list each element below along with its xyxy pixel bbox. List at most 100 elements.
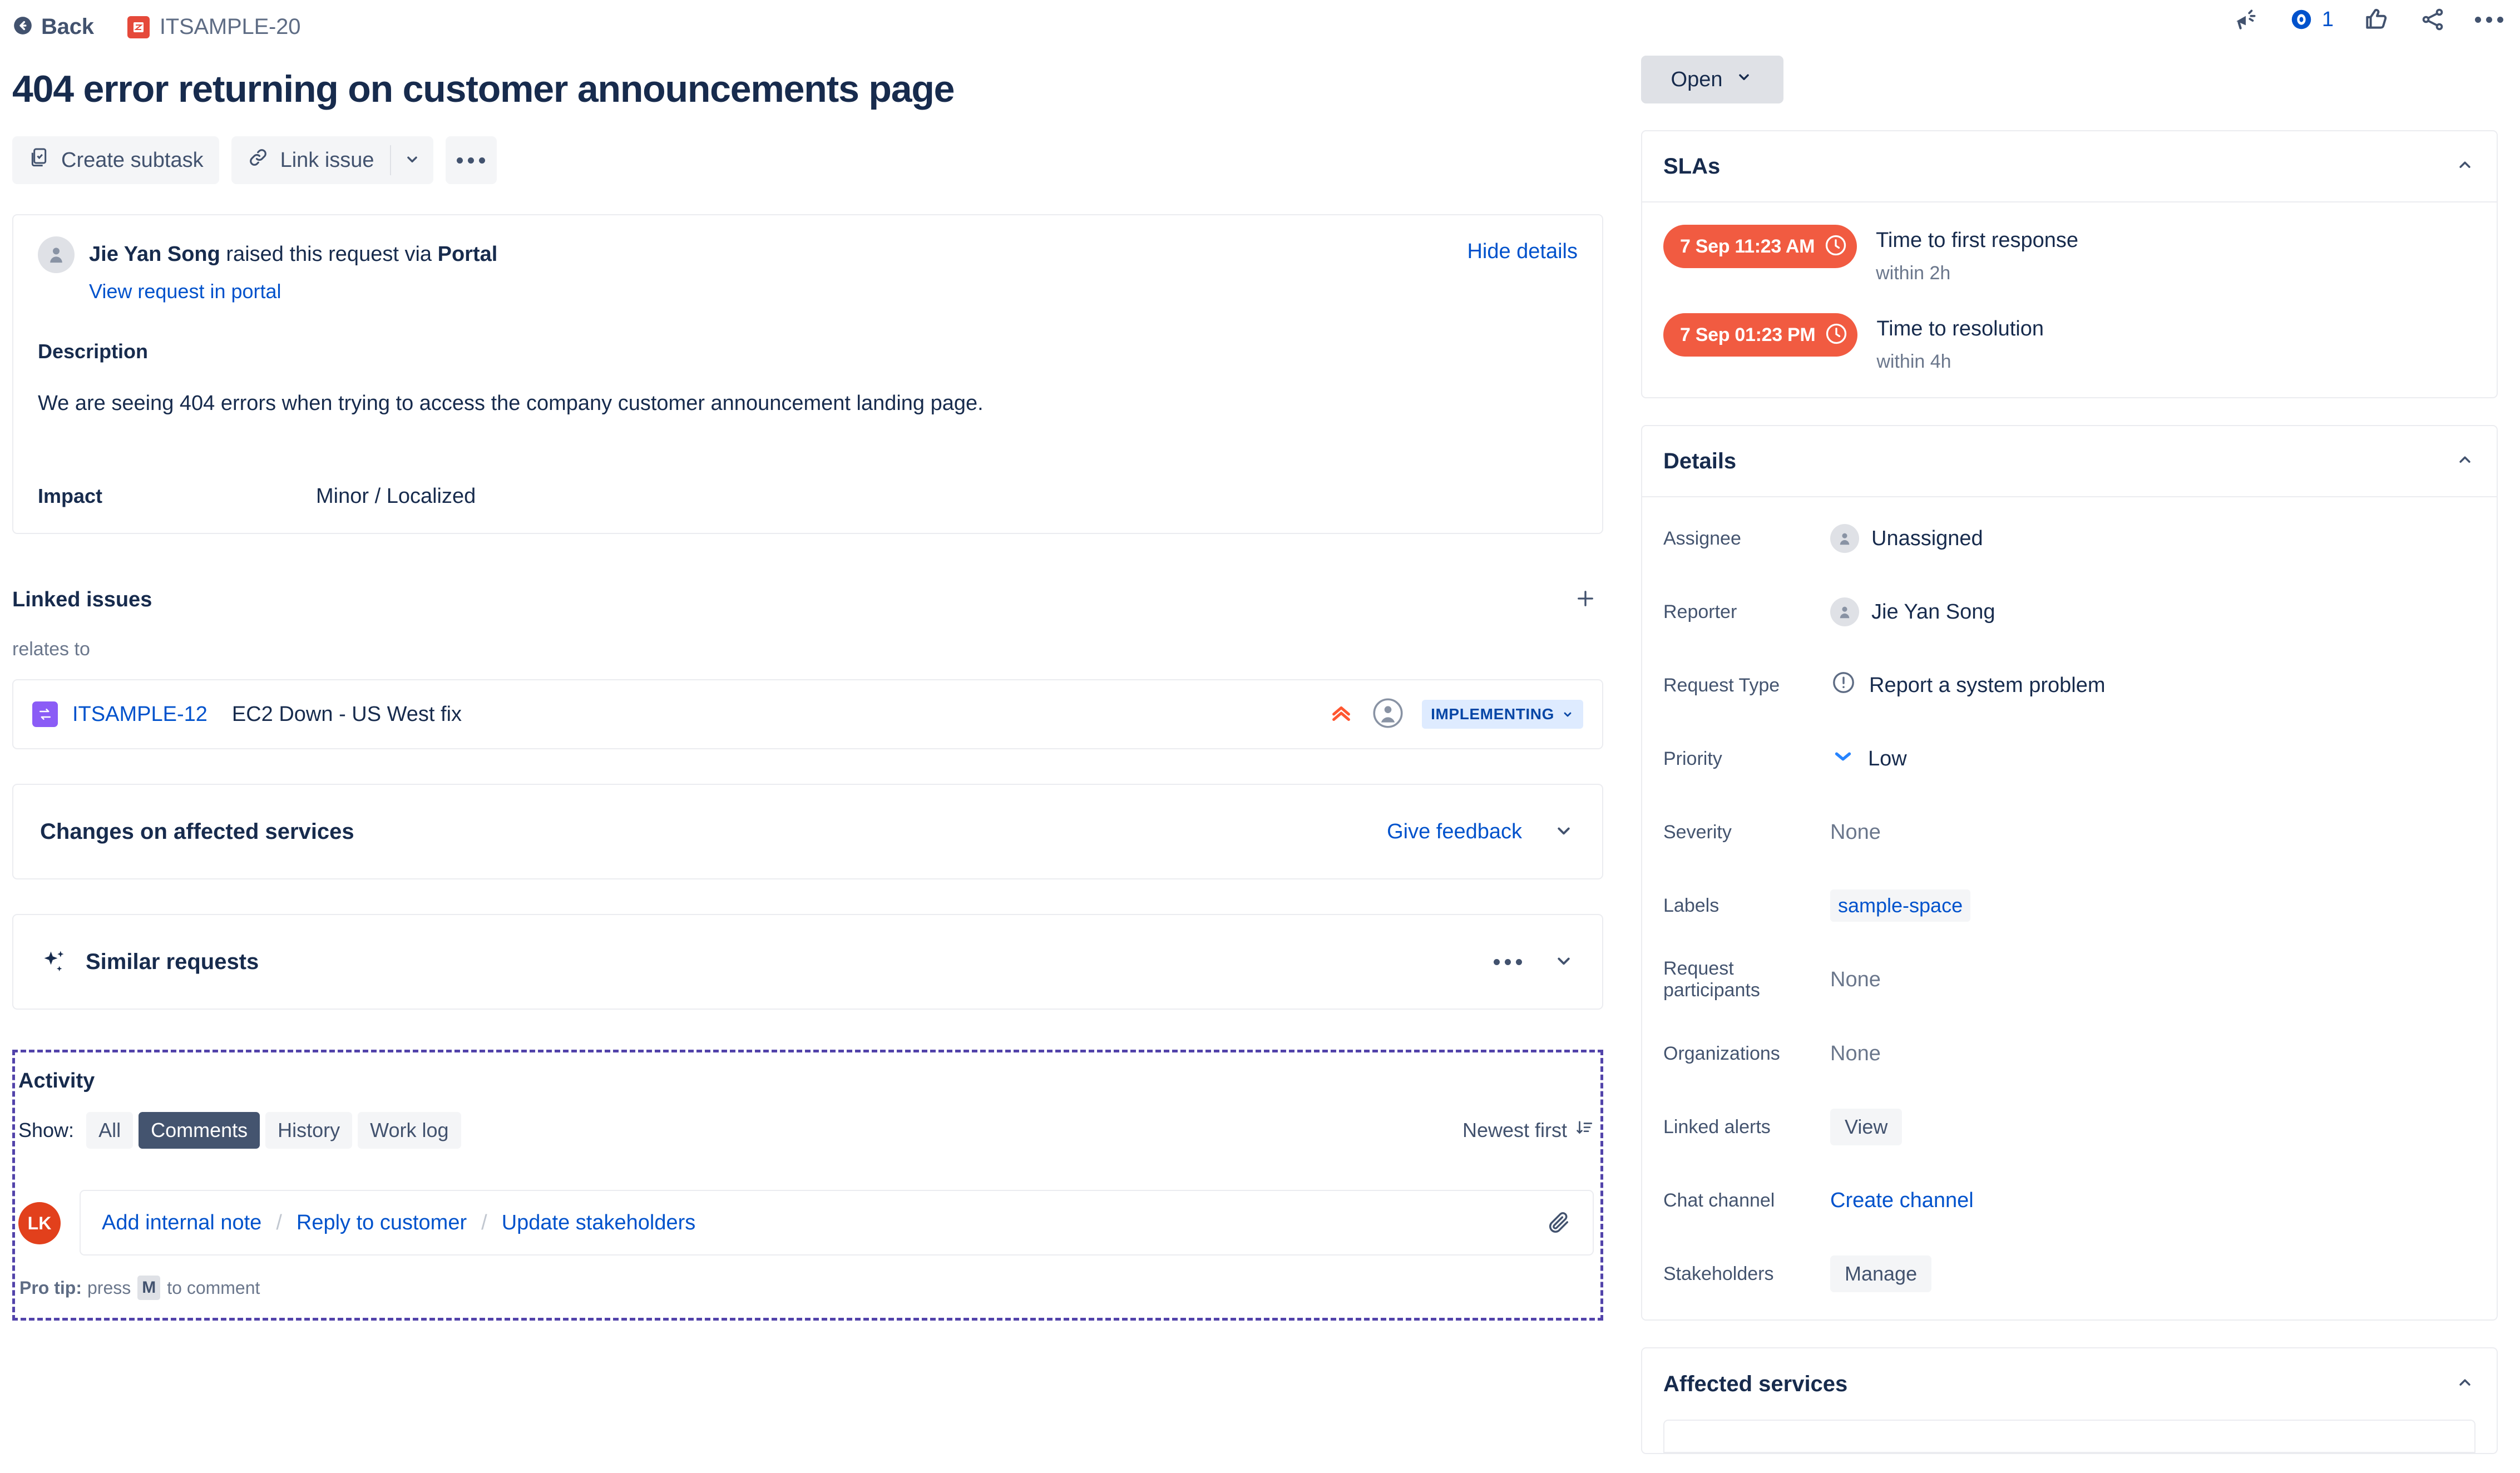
back-button[interactable]: Back: [12, 14, 94, 39]
update-stakeholders-link[interactable]: Update stakeholders: [502, 1211, 696, 1235]
create-subtask-button[interactable]: Create subtask: [12, 136, 219, 184]
severity-value[interactable]: None: [1830, 820, 1881, 844]
share-icon[interactable]: [2419, 6, 2446, 33]
manage-stakeholders-button[interactable]: Manage: [1830, 1255, 1932, 1292]
sla-time: 7 Sep 11:23 AM: [1680, 235, 1815, 257]
hide-details-link[interactable]: Hide details: [1467, 240, 1578, 264]
organizations-value[interactable]: None: [1830, 1042, 1881, 1066]
link-issue-label: Link issue: [280, 148, 374, 172]
link-relation-label: relates to: [12, 639, 90, 660]
chevron-down-icon: [403, 150, 422, 171]
details-panel-title: Details: [1663, 448, 1737, 473]
more-actions-icon[interactable]: [2475, 16, 2503, 23]
toolbar-more-button[interactable]: [445, 136, 497, 184]
activity-filter-worklog[interactable]: Work log: [358, 1112, 461, 1149]
sla-name: Time to resolution: [1876, 317, 2044, 340]
similar-requests-title: Similar requests: [86, 949, 259, 974]
sla-breach-pill: 7 Sep 11:23 AM: [1663, 225, 1857, 268]
field-value: Manage: [1830, 1255, 1932, 1292]
collapse-affected-services-button[interactable]: [2454, 1372, 2475, 1396]
chevron-down-icon[interactable]: [1552, 949, 1575, 975]
reply-to-customer-link[interactable]: Reply to customer: [297, 1211, 467, 1235]
status-badge[interactable]: IMPLEMENTING: [1422, 700, 1583, 729]
avatar: LK: [18, 1202, 61, 1244]
linked-issues-header: Linked issues: [12, 582, 1603, 617]
breadcrumb: Back ITSAMPLE-20: [12, 14, 300, 39]
add-internal-note-link[interactable]: Add internal note: [102, 1211, 261, 1235]
more-horizontal-icon[interactable]: [1494, 958, 1522, 965]
top-actions: 1: [2232, 6, 2503, 33]
priority-value: Low: [1868, 747, 1907, 770]
watch-button[interactable]: 1: [2289, 7, 2334, 32]
field-stakeholders: Stakeholders Manage: [1663, 1253, 2475, 1295]
list-item: 7 Sep 01:23 PM Time to resolution within…: [1663, 313, 2475, 373]
raised-text: raised this request via: [220, 243, 438, 266]
comment-composer[interactable]: Add internal note / Reply to customer / …: [80, 1190, 1594, 1255]
chevron-up-icon: [2454, 155, 2475, 179]
chevron-down-icon: [1564, 712, 1572, 717]
sla-name: Time to first response: [1876, 229, 2079, 252]
subtask-icon: [28, 146, 50, 174]
create-channel-link[interactable]: Create channel: [1830, 1189, 1974, 1213]
assignee-name: Unassigned: [1871, 526, 1983, 550]
right-sidebar: Open SLAs 7 Sep 11:23 AM Time to first r…: [1641, 56, 2498, 1454]
field-label: Chat channel: [1663, 1189, 1775, 1211]
view-request-in-portal-link[interactable]: View request in portal: [89, 280, 1578, 303]
view-linked-alerts-button[interactable]: View: [1830, 1109, 1903, 1145]
sort-descending-icon: [1575, 1119, 1594, 1143]
plus-icon: [1574, 587, 1597, 613]
sla-time: 7 Sep 01:23 PM: [1680, 324, 1816, 345]
assignee-avatar-icon: [1830, 524, 1859, 553]
field-organizations: Organizations None: [1663, 1032, 2475, 1075]
link-issue-button[interactable]: Link issue: [231, 136, 390, 184]
issue-detail-page: Back ITSAMPLE-20 1 404 error returning o…: [0, 0, 2520, 1473]
affected-services-list: [1663, 1420, 2475, 1453]
collapse-details-button[interactable]: [2454, 449, 2475, 473]
status-label: Open: [1671, 67, 1723, 91]
chevron-down-icon[interactable]: [1552, 819, 1575, 845]
link-issue-dropdown-button[interactable]: [391, 136, 433, 184]
pro-tip-press: press: [87, 1277, 131, 1298]
changes-on-affected-services-card: Changes on affected services Give feedba…: [12, 784, 1603, 879]
show-label: Show:: [18, 1119, 75, 1141]
bug-issuetype-icon: [127, 16, 150, 38]
thumbs-up-icon[interactable]: [2363, 6, 2390, 33]
activity-filter-history[interactable]: History: [265, 1112, 353, 1149]
slas-panel-title: SLAs: [1663, 154, 1721, 179]
label-chip[interactable]: sample-space: [1830, 889, 1971, 922]
field-value[interactable]: Report a system problem: [1830, 669, 2106, 701]
collapse-slas-button[interactable]: [2454, 155, 2475, 179]
field-value[interactable]: Unassigned: [1830, 524, 1983, 553]
field-chat-channel: Chat channel Create channel: [1663, 1179, 2475, 1222]
field-value: View: [1830, 1109, 1903, 1145]
activity-filter-all[interactable]: All: [86, 1112, 134, 1149]
list-item: 7 Sep 11:23 AM Time to first response wi…: [1663, 225, 2475, 284]
field-value: sample-space: [1830, 889, 1971, 922]
request-participants-value[interactable]: None: [1830, 968, 1881, 992]
affected-services-header: Affected services: [1642, 1348, 2497, 1420]
linked-issue-key[interactable]: ITSAMPLE-12: [72, 703, 207, 726]
field-value[interactable]: Low: [1830, 743, 1907, 774]
sla-text: Time to resolution within 4h: [1876, 313, 2044, 373]
activity-sort-button[interactable]: Newest first: [1462, 1119, 1600, 1143]
field-label: Request Type: [1663, 674, 1780, 696]
description-body: We are seeing 404 errors when trying to …: [38, 392, 984, 415]
field-value[interactable]: Jie Yan Song: [1830, 597, 1995, 626]
main-column: Jie Yan Song raised this request via Por…: [12, 214, 1603, 1321]
details-panel-body: Assignee Unassigned Reporter Jie Yan Son…: [1642, 497, 2497, 1319]
megaphone-icon[interactable]: [2232, 6, 2260, 33]
slas-panel: SLAs 7 Sep 11:23 AM Time to first respon…: [1641, 130, 2498, 398]
add-linked-issue-button[interactable]: [1568, 582, 1603, 617]
activity-filter-comments[interactable]: Comments: [139, 1112, 260, 1149]
changes-card-actions: Give feedback: [1387, 819, 1575, 845]
give-feedback-link[interactable]: Give feedback: [1387, 820, 1522, 844]
status-dropdown-button[interactable]: Open: [1641, 56, 1783, 103]
pro-tip-prefix: Pro tip:: [19, 1277, 82, 1298]
table-row[interactable]: ITSAMPLE-12 EC2 Down - US West fix IMPLE…: [12, 679, 1603, 749]
field-label: Reporter: [1663, 601, 1737, 622]
priority-highest-icon: [1328, 700, 1354, 729]
issue-key-link[interactable]: ITSAMPLE-20: [127, 14, 300, 39]
field-labels: Labels sample-space: [1663, 884, 2475, 927]
attachment-icon[interactable]: [1546, 1210, 1572, 1235]
field-value: Create channel: [1830, 1189, 1974, 1213]
